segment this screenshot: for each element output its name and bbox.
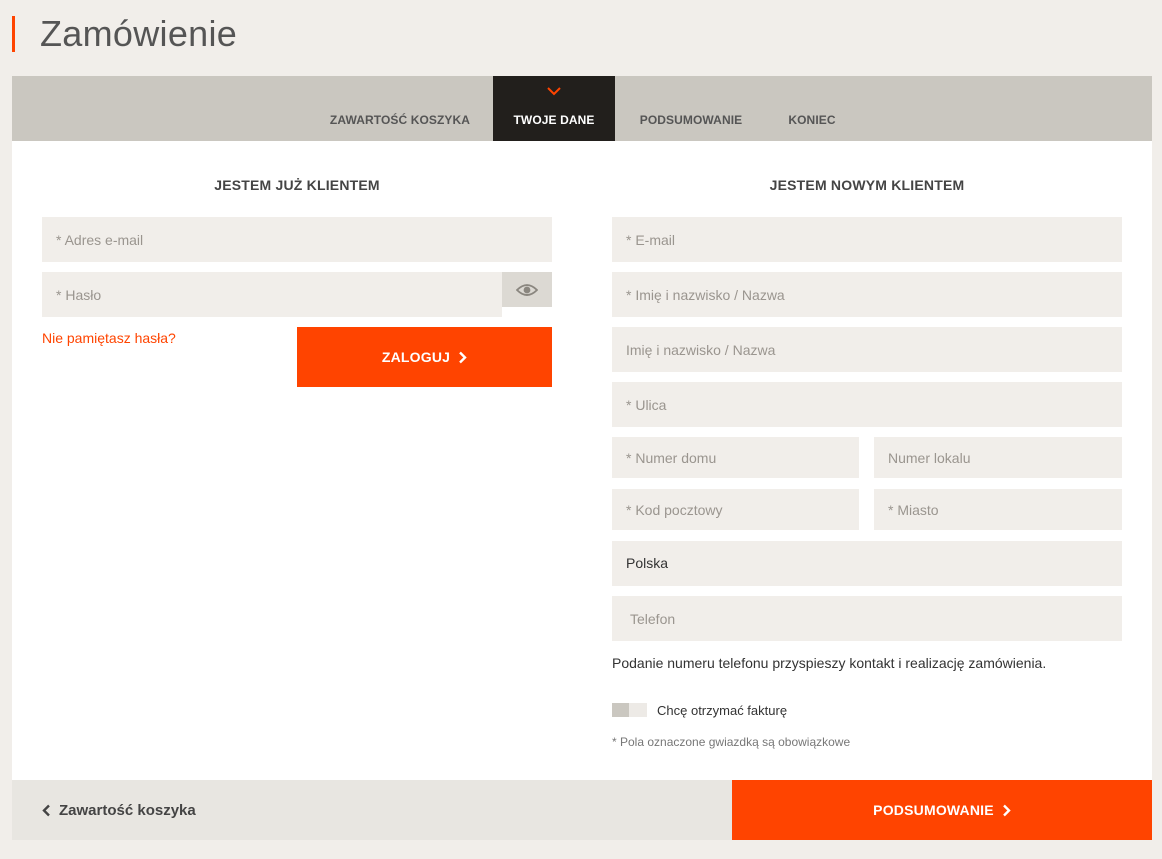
login-button[interactable]: ZALOGUJ (297, 327, 552, 387)
invoice-label: Chcę otrzymać fakturę (657, 703, 788, 718)
required-fields-note: * Pola oznaczone gwiazdką są obowiązkowe (612, 735, 851, 749)
step-end[interactable]: KONIEC (772, 76, 852, 141)
show-password-button[interactable] (502, 272, 552, 307)
city-input[interactable] (874, 489, 1122, 530)
chevron-down-icon (547, 87, 561, 96)
login-email-input[interactable] (42, 217, 552, 262)
step-cart[interactable]: ZAWARTOŚĆ KOSZYKA (314, 76, 486, 141)
phone-input[interactable] (612, 596, 1122, 641)
step-summary[interactable]: PODSUMOWANIE (626, 76, 756, 141)
login-password-input[interactable] (42, 272, 502, 317)
step-your-data-label: TWOJE DANE (513, 113, 595, 127)
register-title: JESTEM NOWYM KLIENTEM (769, 177, 965, 193)
street-input[interactable] (612, 382, 1122, 427)
flat-number-input[interactable] (874, 437, 1122, 478)
login-title: JESTEM JUŻ KLIENTEM (214, 177, 380, 193)
chevron-left-icon (42, 804, 50, 816)
back-to-cart-label: Zawartość koszyka (59, 801, 196, 819)
zip-code-input[interactable] (612, 489, 859, 530)
summary-next-button[interactable]: PODSUMOWANIE (732, 780, 1152, 840)
eye-icon (516, 283, 538, 296)
register-email-input[interactable] (612, 217, 1122, 262)
register-name2-input[interactable] (612, 327, 1122, 372)
step-your-data[interactable]: TWOJE DANE (493, 76, 615, 141)
invoice-toggle[interactable] (612, 703, 647, 717)
forgot-password-link[interactable]: Nie pamiętasz hasła? (42, 330, 176, 346)
back-to-cart-button[interactable]: Zawartość koszyka (12, 780, 732, 840)
login-button-label: ZALOGUJ (381, 349, 451, 365)
checkout-steps: ZAWARTOŚĆ KOSZYKA TWOJE DANE PODSUMOWANI… (12, 76, 1152, 141)
page-title: Zamówienie (40, 13, 238, 54)
checkout-form-card: JESTEM JUŻ KLIENTEM Nie pamiętasz hasła?… (12, 141, 1152, 781)
chevron-right-icon (459, 351, 467, 363)
chevron-right-icon (1002, 804, 1011, 816)
phone-note: Podanie numeru telefonu przyspieszy kont… (612, 655, 1047, 671)
register-name-input[interactable] (612, 272, 1122, 317)
house-number-input[interactable] (612, 437, 859, 478)
page-title-block: Zamówienie (12, 16, 237, 52)
toggle-knob (612, 703, 629, 717)
country-select[interactable]: Polska (612, 541, 1122, 586)
summary-next-label: PODSUMOWANIE (873, 802, 994, 818)
